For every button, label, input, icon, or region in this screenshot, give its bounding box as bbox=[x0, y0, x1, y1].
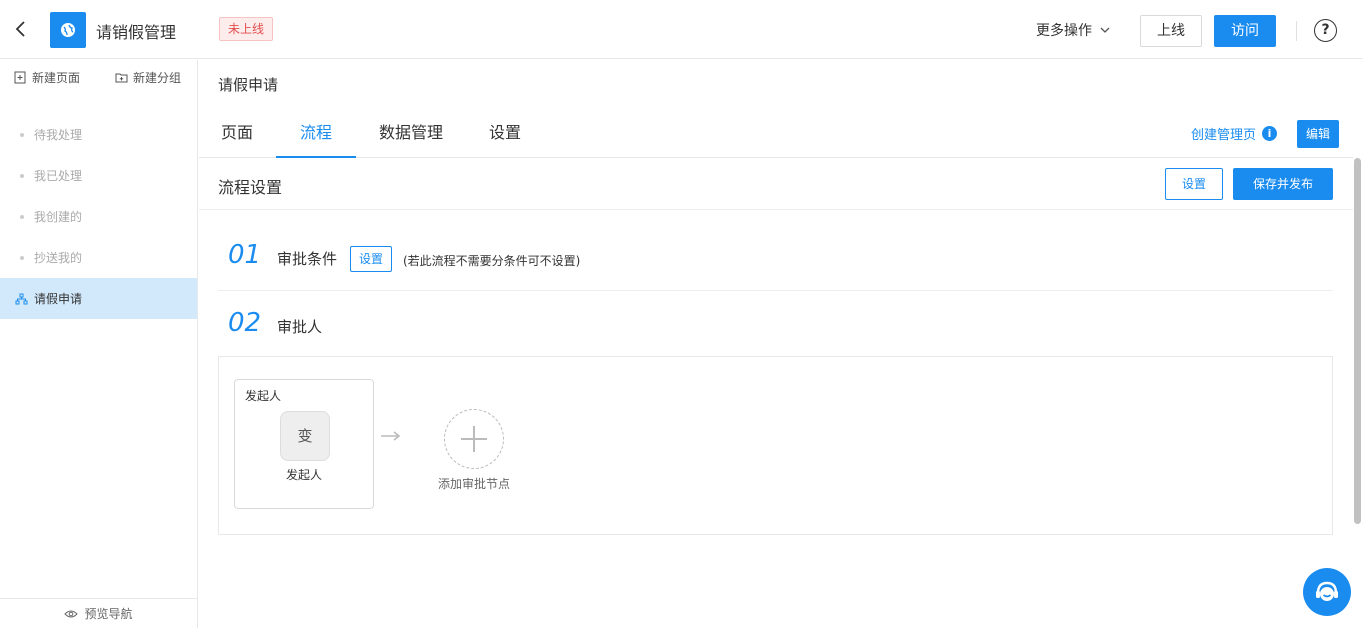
sidebar-item-processed[interactable]: 我已处理 bbox=[0, 155, 197, 196]
sidebar-actions: 新建页面 新建分组 bbox=[0, 60, 197, 94]
step-number-text: 02 bbox=[228, 308, 262, 338]
add-approval-node-label: 添加审批节点 bbox=[437, 477, 510, 491]
customer-service-button[interactable] bbox=[1303, 568, 1351, 616]
tab-bar: 页面 流程 数据管理 设置 bbox=[199, 118, 1353, 158]
divider bbox=[1296, 21, 1297, 41]
new-page-icon bbox=[14, 71, 26, 83]
sidebar-item-cc[interactable]: 抄送我的 bbox=[0, 237, 197, 278]
preview-navigation-label: 预览导航 bbox=[84, 607, 133, 621]
conditions-settings-button[interactable]: 设置 bbox=[350, 246, 392, 272]
new-folder-icon bbox=[115, 73, 128, 82]
step-approval-conditions: 01 审批条件 设置 (若此流程不需要分条件可不设置) bbox=[218, 240, 1333, 291]
flow-header: 流程设置 设置 保存并发布 bbox=[199, 158, 1353, 210]
bullet-icon bbox=[20, 255, 24, 260]
step-label: 审批人 bbox=[277, 318, 323, 336]
sidebar-item-label: 我创建的 bbox=[34, 210, 83, 224]
tab-flow[interactable]: 流程 bbox=[276, 118, 356, 158]
bullet-icon bbox=[20, 214, 24, 219]
step-number-text: 01 bbox=[228, 240, 262, 270]
new-group-button[interactable]: 新建分组 bbox=[115, 69, 181, 86]
app-logo-icon bbox=[50, 12, 86, 48]
scrollbar[interactable] bbox=[1354, 158, 1361, 524]
back-icon[interactable] bbox=[10, 18, 32, 40]
flow-canvas: 发起人 变 发起人 添加审批节点 bbox=[218, 356, 1333, 535]
chevron-down-icon bbox=[1100, 27, 1110, 33]
sidebar-item-label: 请假申请 bbox=[34, 292, 83, 306]
sidebar-list: 待我处理 我已处理 我创建的 抄送我的 请假申请 bbox=[0, 114, 197, 319]
add-approval-node-button[interactable] bbox=[444, 409, 504, 469]
bullet-icon bbox=[20, 132, 24, 137]
new-page-label: 新建页面 bbox=[32, 70, 81, 85]
sidebar-item-label: 抄送我的 bbox=[34, 251, 83, 265]
sidebar-item-created[interactable]: 我创建的 bbox=[0, 196, 197, 237]
step-number: 02 bbox=[228, 308, 261, 338]
initiator-node[interactable]: 发起人 变 发起人 bbox=[234, 379, 374, 509]
tab-settings[interactable]: 设置 bbox=[477, 118, 533, 158]
org-chart-icon bbox=[15, 293, 28, 304]
node-title: 发起人 bbox=[245, 389, 282, 403]
app-title: 请销假管理 bbox=[96, 23, 177, 42]
tab-data-management[interactable]: 数据管理 bbox=[371, 118, 451, 158]
step-label: 审批条件 bbox=[277, 250, 338, 268]
status-badge: 未上线 bbox=[219, 17, 274, 41]
online-button[interactable]: 上线 bbox=[1140, 15, 1202, 47]
sidebar-item-leave-request[interactable]: 请假申请 bbox=[0, 278, 197, 319]
tab-page[interactable]: 页面 bbox=[209, 118, 265, 158]
conditions-note: (若此流程不需要分条件可不设置) bbox=[403, 254, 581, 268]
flow-settings-button[interactable]: 设置 bbox=[1165, 168, 1223, 200]
edit-button[interactable]: 编辑 bbox=[1297, 120, 1339, 148]
more-operations-dropdown[interactable]: 更多操作 bbox=[1036, 20, 1110, 40]
sidebar-item-label: 我已处理 bbox=[34, 169, 83, 183]
top-bar: 请销假管理 未上线 更多操作 上线 访问 ? bbox=[0, 0, 1363, 59]
plus-icon bbox=[461, 426, 487, 452]
more-operations-label: 更多操作 bbox=[1036, 23, 1092, 39]
visit-button[interactable]: 访问 bbox=[1214, 15, 1276, 47]
help-icon[interactable]: ? bbox=[1314, 19, 1337, 42]
new-group-label: 新建分组 bbox=[132, 70, 181, 85]
arrow-right-icon bbox=[381, 431, 401, 441]
flow-settings-title: 流程设置 bbox=[218, 178, 283, 197]
avatar: 变 bbox=[280, 411, 330, 461]
create-management-page-link[interactable]: 创建管理页 i bbox=[1191, 124, 1278, 143]
page-title: 请假申请 bbox=[218, 76, 279, 94]
eye-icon bbox=[64, 610, 79, 617]
sidebar: 新建页面 新建分组 待我处理 我已处理 我创建的 抄送我的 请假申请 预览导航 bbox=[0, 60, 198, 628]
node-label: 发起人 bbox=[285, 468, 322, 482]
save-and-publish-button[interactable]: 保存并发布 bbox=[1233, 168, 1333, 200]
headset-icon bbox=[1316, 581, 1338, 601]
info-icon: i bbox=[1262, 126, 1278, 141]
create-management-page-label: 创建管理页 bbox=[1191, 128, 1257, 143]
bullet-icon bbox=[20, 173, 24, 178]
sidebar-item-pending[interactable]: 待我处理 bbox=[0, 114, 197, 155]
preview-navigation-button[interactable]: 预览导航 bbox=[0, 598, 197, 628]
new-page-button[interactable]: 新建页面 bbox=[14, 69, 80, 86]
sidebar-item-label: 待我处理 bbox=[34, 128, 83, 142]
main-content: 请假申请 页面 流程 数据管理 设置 创建管理页 i 编辑 流程设置 设置 保存… bbox=[199, 60, 1363, 628]
step-approvers: 02 审批人 bbox=[218, 308, 1333, 348]
step-number: 01 bbox=[228, 240, 261, 270]
